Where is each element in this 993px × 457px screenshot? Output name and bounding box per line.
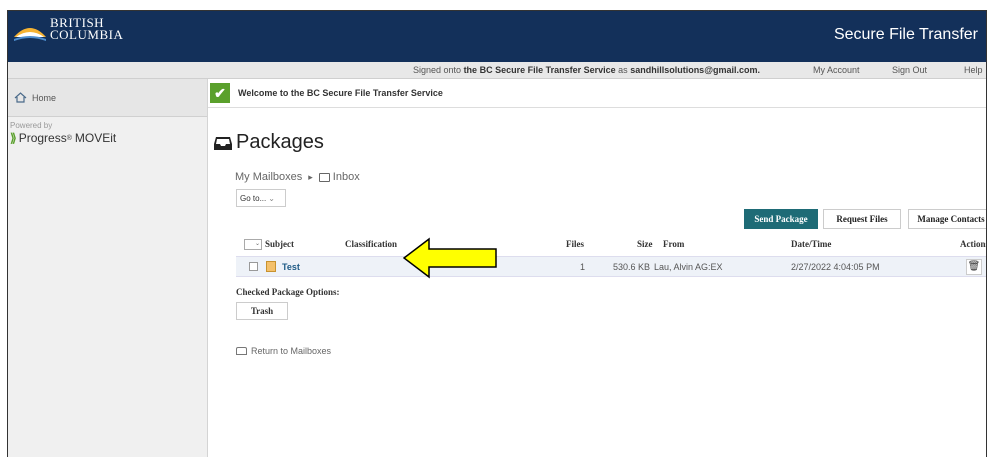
goto-dropdown[interactable]: Go to... ⌄ xyxy=(236,189,286,207)
progress-logo-icon: ⟫ xyxy=(10,131,17,145)
signed-in-status: Signed onto the BC Secure File Transfer … xyxy=(413,65,760,75)
row-datetime: 2/27/2022 4:04:05 PM xyxy=(791,262,880,272)
as-word: as xyxy=(618,65,628,75)
progress-moveit-logo: ⟫ Progress ® MOVEit xyxy=(10,131,205,145)
my-account-link[interactable]: My Account xyxy=(813,65,860,75)
return-label: Return to Mailboxes xyxy=(251,346,332,356)
row-files: 1 xyxy=(580,262,586,272)
bc-sun-icon xyxy=(14,28,46,41)
sidebar-item-label: Home xyxy=(32,92,57,103)
breadcrumb-separator: ▸ xyxy=(308,171,313,182)
sidebar: Home Powered by ⟫ Progress ® MOVEit xyxy=(8,79,208,457)
page-title: Packages xyxy=(236,131,324,153)
return-to-mailboxes-link[interactable]: Return to Mailboxes xyxy=(236,346,331,356)
goto-label: Go to... xyxy=(240,193,267,203)
row-checkbox[interactable] xyxy=(249,262,258,271)
column-actions: Actions xyxy=(960,239,987,249)
welcome-message: Welcome to the BC Secure File Transfer S… xyxy=(238,88,443,98)
signed-prefix: Signed onto xyxy=(413,65,462,75)
breadcrumb-inbox: Inbox xyxy=(332,171,360,183)
row-from: Lau, Alvin AG:EX xyxy=(654,262,723,272)
checkmark-icon: ✔ xyxy=(210,83,230,103)
sidebar-item-home[interactable]: Home xyxy=(8,79,207,117)
column-classification[interactable]: Classification xyxy=(345,239,397,249)
inbox-icon xyxy=(236,347,247,355)
service-name: the BC Secure File Transfer Service xyxy=(463,65,616,75)
manage-contacts-button[interactable]: Manage Contacts xyxy=(908,209,986,229)
trash-button[interactable]: Trash xyxy=(236,302,288,320)
user-email: sandhillsolutions@gmail.com. xyxy=(630,65,760,75)
progress-brand: Progress xyxy=(18,131,67,145)
home-icon xyxy=(14,92,27,103)
logo-line-2: COLUMBIA xyxy=(50,27,124,42)
row-subject-link[interactable]: Test xyxy=(282,262,300,272)
inbox-tray-icon xyxy=(214,136,232,150)
breadcrumb: My Mailboxes ▸ Inbox xyxy=(235,171,360,183)
column-from[interactable]: From xyxy=(663,239,684,249)
chevron-down-icon: ⌄ xyxy=(268,193,275,203)
trash-icon[interactable]: 🗑 xyxy=(966,259,982,275)
breadcrumb-my-mailboxes[interactable]: My Mailboxes xyxy=(235,171,302,183)
app-frame: BRITISH COLUMBIA Secure File Transfer Si… xyxy=(7,10,987,457)
bc-logo-text: BRITISH COLUMBIA xyxy=(50,16,124,42)
package-icon xyxy=(266,261,276,272)
top-banner: BRITISH COLUMBIA Secure File Transfer xyxy=(8,11,986,62)
table-row[interactable]: Test 1 530.6 KB Lau, Alvin AG:EX 2/27/20… xyxy=(236,256,986,277)
request-files-button[interactable]: Request Files xyxy=(823,209,901,229)
column-files[interactable]: Files xyxy=(566,239,584,249)
folder-icon xyxy=(318,172,330,182)
user-bar: Signed onto the BC Secure File Transfer … xyxy=(8,62,986,79)
column-size[interactable]: Size xyxy=(637,239,653,249)
column-datetime[interactable]: Date/Time xyxy=(791,239,831,249)
yellow-arrow-annotation xyxy=(403,237,497,279)
help-link[interactable]: Help xyxy=(964,65,983,75)
trademark: ® xyxy=(66,134,72,142)
send-package-button[interactable]: Send Package xyxy=(744,209,818,229)
column-subject[interactable]: Subject xyxy=(265,239,294,249)
select-all-checkbox[interactable]: ⌄ xyxy=(244,239,262,250)
moveit-name: MOVEit xyxy=(74,131,117,145)
welcome-banner: ✔ Welcome to the BC Secure File Transfer… xyxy=(208,79,986,108)
powered-by: Powered by ⟫ Progress ® MOVEit xyxy=(8,117,207,149)
app-title: Secure File Transfer xyxy=(833,26,978,43)
main-content: ✔ Welcome to the BC Secure File Transfer… xyxy=(208,79,986,457)
checked-options-label: Checked Package Options: xyxy=(236,287,340,297)
row-size: 530.6 KB xyxy=(613,262,651,272)
sign-out-link[interactable]: Sign Out xyxy=(892,65,927,75)
bc-logo[interactable]: BRITISH COLUMBIA xyxy=(12,15,123,43)
page-header: Packages xyxy=(213,131,324,154)
powered-by-label: Powered by xyxy=(10,121,53,130)
